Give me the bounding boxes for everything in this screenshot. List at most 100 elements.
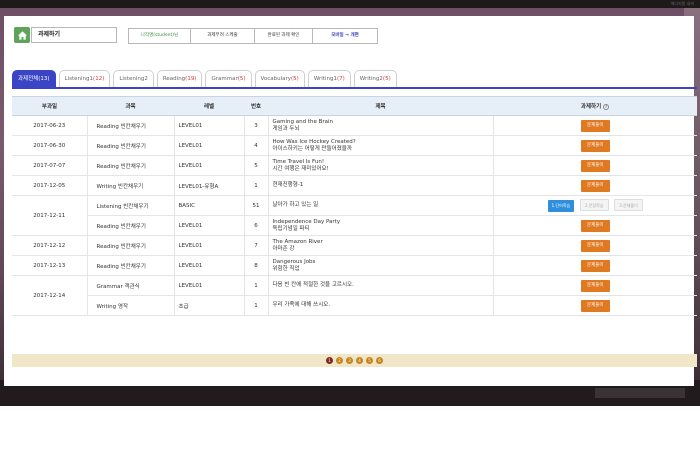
row-title: 날아가 하고 있는 일	[267, 195, 493, 216]
row-level: LEVEL01	[173, 115, 244, 136]
row-action-cell: 문제풀이	[492, 155, 697, 176]
row-number: 3	[243, 115, 268, 136]
col-title-header: 제목	[268, 96, 493, 116]
row-date: 2017-06-30	[12, 135, 87, 156]
row-title: How Was Ice Hockey Created? 아이스하키는 어떻게 만들…	[267, 135, 493, 156]
row-subject: Writing 영작	[86, 295, 174, 316]
row-level: LEVEL01	[173, 275, 244, 296]
solve-button[interactable]: 문제풀이	[580, 119, 610, 132]
assignment-table: 부과일 과목 레벨 번호 제목 과제하기 ? 2017-06-23 Readin…	[12, 96, 697, 316]
row-level: LEVEL01	[173, 235, 244, 256]
row-level: LEVEL01	[173, 255, 244, 276]
table-row: Reading 빈칸채우기 LEVEL01 6 Independence Day…	[12, 215, 697, 236]
top-right-text: 에너지원 내꺼	[670, 1, 694, 6]
row-title: The Amazon River 아마존 강	[267, 235, 493, 256]
solve-button[interactable]: 문제풀이	[580, 139, 610, 152]
page-1[interactable]: 1	[326, 357, 333, 364]
row-subject: Reading 빈칸채우기	[86, 235, 174, 256]
page-6[interactable]: 6	[376, 357, 383, 364]
row-date: 2017-12-11	[12, 195, 87, 236]
table-row: Writing 영작 초급 1 우리 가족에 대해 쓰시오. 문제풀이	[12, 295, 697, 316]
solve-button[interactable]: 문제풀이	[580, 159, 610, 172]
row-action-cell: 문제풀이	[492, 235, 697, 256]
solve-button[interactable]: 문제풀이	[580, 239, 610, 252]
nav-mobile-button[interactable]: 모바일 → 개편	[313, 29, 377, 43]
nav-schedule-button[interactable]: 과제무려 스케줄	[191, 29, 255, 43]
row-level: LEVEL01	[173, 135, 244, 156]
solve-button[interactable]: 문제풀이	[580, 279, 610, 292]
row-subject: Reading 빈칸채우기	[86, 215, 174, 236]
table-row: 2017-12-05 Writing 빈칸채우기 LEVEL01-유형A 1 현…	[12, 175, 697, 196]
nav-completed-button[interactable]: 완료된 과제 확인	[255, 29, 313, 43]
row-subject: Reading 빈칸채우기	[86, 255, 174, 276]
row-number: 7	[243, 235, 268, 256]
table-row: 2017-06-30 Reading 빈칸채우기 LEVEL01 4 How W…	[12, 135, 697, 156]
solve-button[interactable]: 문제풀이	[580, 259, 610, 272]
solve-button[interactable]: 문제풀이	[580, 219, 610, 232]
tab-all[interactable]: 과제전체(13)	[12, 70, 56, 87]
row-subject: Reading 빈칸채우기	[86, 155, 174, 176]
table-row: 2017-12-11 Listening 빈칸채우기 BASIC 51 날아가 …	[12, 195, 697, 236]
row-date: 2017-12-05	[12, 175, 87, 196]
row-action-cell: 문제풀이	[492, 295, 697, 316]
tab-writing2[interactable]: Writing2(5)	[353, 70, 397, 87]
row-number: 8	[243, 255, 268, 276]
solve-button[interactable]: 문제풀이	[580, 299, 610, 312]
nav-student-button[interactable]: 나작명(student)님	[129, 29, 191, 43]
sub-nav: 나작명(student)님 과제무려 스케줄 완료된 과제 확인 모바일 → 개…	[128, 28, 378, 44]
page-3[interactable]: 3	[346, 357, 353, 364]
tab-reading[interactable]: Reading(19)	[156, 70, 203, 87]
home-button[interactable]	[14, 27, 30, 43]
row-subject: Writing 빈칸채우기	[86, 175, 174, 196]
row-date: 2017-12-13	[12, 255, 87, 276]
row-title: Time Travel Is Fun! 시간 여행은 재미있어요!	[267, 155, 493, 176]
tab-vocabulary[interactable]: Vocabulary(5)	[254, 70, 305, 87]
col-date-header: 부과일	[12, 96, 87, 116]
row-level: LEVEL01	[173, 215, 244, 236]
row-date: 2017-12-12	[12, 235, 87, 256]
table-row: 2017-12-13 Reading 빈칸채우기 LEVEL01 8 Dange…	[12, 255, 697, 276]
row-title: Gaming and the Brain 게임과 두뇌	[267, 115, 493, 136]
subject-tabs: 과제전체(13) Listening1(12) Listening2 Readi…	[12, 70, 397, 87]
row-title: 현재진행형-1	[267, 175, 493, 196]
row-number: 4	[243, 135, 268, 156]
row-number: 1	[243, 295, 268, 316]
tab-writing1[interactable]: Writing1(7)	[307, 70, 351, 87]
page-4[interactable]: 4	[356, 357, 363, 364]
tab-grammar[interactable]: Grammar(5)	[205, 70, 252, 87]
home-icon	[17, 30, 27, 40]
row-title: 다음 빈 칸에 적절한 것을 고르시오.	[267, 275, 493, 296]
sentence-study-button[interactable]: 2.문장학습	[579, 199, 609, 211]
page-2[interactable]: 2	[336, 357, 343, 364]
row-subject: Listening 빈칸채우기	[86, 195, 174, 216]
bottom-right-block	[595, 388, 685, 398]
row-number: 5	[243, 155, 268, 176]
tab-listening1[interactable]: Listening1(12)	[58, 70, 111, 87]
row-action-cell: 문제풀이	[492, 215, 697, 236]
row-action-cell: 문제풀이	[492, 275, 697, 296]
row-level: BASIC	[173, 195, 244, 216]
row-title: Dangerous Jobs 위험한 직업	[267, 255, 493, 276]
help-icon[interactable]: ?	[603, 104, 610, 110]
main-panel: 과제하기 나작명(student)님 과제무려 스케줄 완료된 과제 확인 모바…	[4, 16, 697, 386]
solve-button[interactable]: 문제풀이	[580, 179, 610, 192]
row-date: 2017-12-14	[12, 275, 87, 316]
row-number: 51	[243, 195, 268, 216]
row-number: 1	[243, 275, 268, 296]
row-number: 6	[243, 215, 268, 236]
col-number-header: 번호	[244, 96, 268, 116]
row-level: 초급	[173, 295, 244, 316]
page-5[interactable]: 5	[366, 357, 373, 364]
tab-listening2[interactable]: Listening2	[113, 70, 154, 87]
col-level-header: 레벨	[174, 96, 244, 116]
quiz-button[interactable]: 3.문제풀이	[614, 199, 643, 211]
row-title: Independence Day Party 독립기념일 파티	[267, 215, 493, 236]
word-study-button[interactable]: 1.단어학습	[547, 200, 575, 212]
pagination: 1 2 3 4 5 6	[12, 354, 697, 367]
tab-underline	[12, 87, 697, 89]
row-number: 1	[243, 175, 268, 196]
table-row: 2017-06-23 Reading 빈칸채우기 LEVEL01 3 Gamin…	[12, 115, 697, 136]
table-row: 2017-07-07 Reading 빈칸채우기 LEVEL01 5 Time …	[12, 155, 697, 176]
row-subject: Grammar 객관식	[86, 275, 174, 296]
col-subject-header: 과목	[87, 96, 174, 116]
